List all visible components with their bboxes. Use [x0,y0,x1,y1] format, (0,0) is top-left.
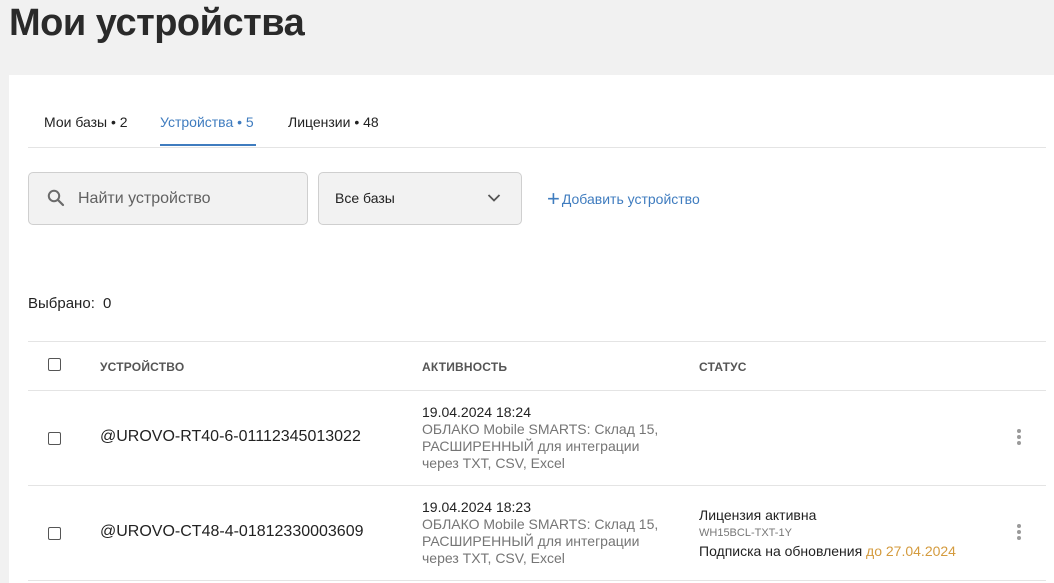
tab-licenses[interactable]: Лицензии • 48 [288,114,379,130]
active-tab-indicator [160,144,256,146]
tab-devices[interactable]: Устройства • 5 [160,114,254,130]
subscription-label: Подписка на обновления [699,543,863,559]
selected-label: Выбрано: [28,295,95,312]
selected-counter: Выбрано: 0 [28,295,111,312]
selected-count: 0 [103,295,112,312]
tab-bar: Мои базы • 2 Устройства • 5 Лицензии • 4… [28,75,1046,148]
search-box [28,172,308,225]
device-name: @UROVO-RT40-6-01112345013022 [100,428,361,445]
page-title: Мои устройства [9,2,305,44]
column-header-device: УСТРОЙСТВО [100,360,185,374]
more-vertical-icon[interactable] [1013,429,1025,447]
more-vertical-icon[interactable] [1013,524,1025,542]
subscription-until: до 27.04.2024 [866,543,956,559]
devices-table: УСТРОЙСТВО АКТИВНОСТЬ СТАТУС @UROVO-RT40… [28,341,1046,581]
table-row[interactable]: @UROVO-CT48-4-01812330003609 19.04.2024 … [28,486,1046,581]
column-header-status: СТАТУС [699,360,747,374]
activity-cell: 19.04.2024 18:23 ОБЛАКО Mobile SMARTS: С… [422,499,672,567]
status-cell: Лицензия активна WH15BCL-TXT-1Y Подписка… [699,506,956,560]
activity-cell: 19.04.2024 18:24 ОБЛАКО Mobile SMARTS: С… [422,404,672,472]
plus-icon: + [547,186,560,211]
add-device-button[interactable]: + Добавить устройство [547,188,700,210]
select-all-checkbox[interactable] [48,358,61,371]
base-filter-value: Все базы [335,190,395,206]
chevron-down-icon [487,194,501,202]
add-device-label: Добавить устройство [561,191,700,207]
base-filter-select[interactable]: Все базы [318,172,522,225]
license-code: WH15BCL-TXT-1Y [699,527,792,539]
table-row[interactable]: @UROVO-RT40-6-01112345013022 19.04.2024 … [28,391,1046,486]
tab-my-bases[interactable]: Мои базы • 2 [44,114,128,130]
column-header-activity: АКТИВНОСТЬ [422,360,508,374]
content-card: Мои базы • 2 Устройства • 5 Лицензии • 4… [9,75,1054,583]
row-checkbox[interactable] [48,432,61,445]
row-checkbox[interactable] [48,527,61,540]
search-input[interactable] [78,186,298,212]
activity-date: 19.04.2024 18:23 [422,499,531,515]
license-status: Лицензия активна [699,507,817,523]
activity-date: 19.04.2024 18:24 [422,404,531,420]
activity-description: ОБЛАКО Mobile SMARTS: Склад 15, РАСШИРЕН… [422,516,659,566]
subscription-info: Подписка на обновления до 27.04.2024 [699,542,956,560]
table-header: УСТРОЙСТВО АКТИВНОСТЬ СТАТУС [28,341,1046,391]
activity-description: ОБЛАКО Mobile SMARTS: Склад 15, РАСШИРЕН… [422,421,659,471]
search-icon [47,189,65,207]
device-name: @UROVO-CT48-4-01812330003609 [100,523,364,540]
